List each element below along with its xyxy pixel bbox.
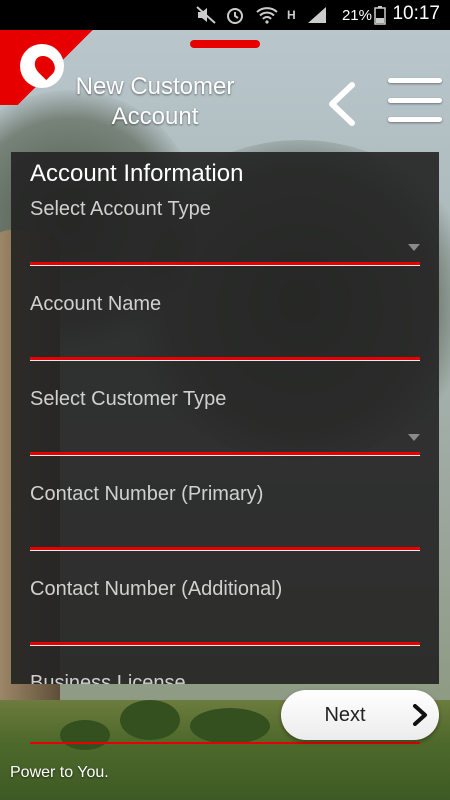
dropdown-arrow-icon — [408, 244, 420, 251]
field-underline — [30, 452, 420, 456]
mute-icon — [196, 5, 216, 25]
page-title: New Customer Account — [62, 72, 248, 132]
contact-additional-field[interactable]: Contact Number (Additional) — [30, 578, 420, 648]
business-license-field[interactable]: Business License — [30, 672, 420, 684]
dropdown-arrow-icon — [408, 434, 420, 441]
vodafone-logo-icon — [20, 44, 64, 88]
field-label: Contact Number (Primary) — [30, 483, 264, 505]
field-label: Contact Number (Additional) — [30, 578, 283, 600]
contact-primary-field[interactable]: Contact Number (Primary) — [30, 483, 420, 553]
next-button[interactable]: Next — [281, 690, 439, 740]
bush — [120, 700, 180, 740]
battery-percent: 21% — [341, 6, 372, 24]
field-underline — [30, 357, 420, 361]
field-underline — [30, 547, 420, 551]
field-underline — [30, 262, 420, 266]
field-label: Business License — [30, 672, 186, 684]
section-title: Account Information — [30, 160, 244, 187]
field-label: Select Customer Type — [30, 388, 227, 410]
battery-charging-icon — [374, 5, 386, 25]
h-network-icon: H — [287, 8, 296, 22]
bush — [60, 720, 110, 750]
account-type-dropdown[interactable]: Select Account Type — [30, 198, 420, 268]
field-underline — [30, 742, 420, 744]
title-line-1: New Customer — [75, 73, 235, 100]
customer-type-dropdown[interactable]: Select Customer Type — [30, 388, 420, 458]
field-label: Account Name — [30, 293, 162, 315]
back-button[interactable] — [318, 78, 364, 130]
brand-tagline: Power to You. — [10, 764, 109, 781]
account-form-card: Account Information Select Account Type … — [11, 152, 439, 684]
clock-time: 10:17 — [392, 3, 440, 24]
status-bar: H 21% 10:17 — [0, 0, 450, 30]
next-button-label: Next — [324, 704, 366, 726]
signal-icon — [306, 5, 328, 25]
chevron-right-icon — [413, 704, 427, 726]
alarm-icon — [225, 5, 245, 25]
title-line-2: Account — [111, 103, 199, 130]
chevron-left-icon — [329, 82, 355, 126]
hamburger-menu-icon[interactable] — [388, 78, 442, 122]
field-underline — [30, 642, 420, 646]
field-label: Select Account Type — [30, 198, 211, 220]
drag-indicator — [190, 40, 260, 48]
wifi-icon — [256, 5, 278, 25]
account-name-field[interactable]: Account Name — [30, 293, 420, 363]
bush — [190, 708, 270, 744]
